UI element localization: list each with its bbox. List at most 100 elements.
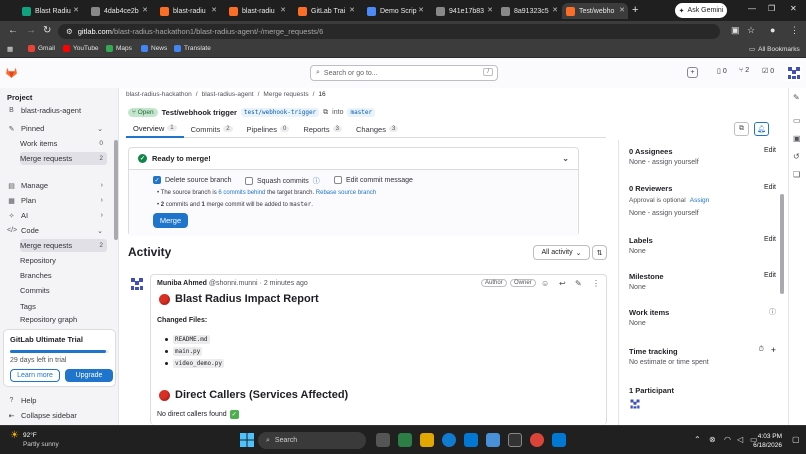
notification-bell-icon[interactable]: 🔔︎ [754,122,769,136]
open-in-new-icon[interactable]: ⧉ [734,122,749,136]
new-tab-button[interactable]: + [632,4,638,16]
screen-share-icon[interactable]: ▣ [793,134,801,143]
assignees-edit-button[interactable]: Edit [764,147,776,154]
rebase-link[interactable]: Rebase source branch [316,190,376,196]
target-branch[interactable]: master [347,108,376,117]
tray-app-icon[interactable]: ⊗ [709,435,716,444]
task-view-icon[interactable] [376,433,390,447]
apps-grid-icon[interactable]: ▦ [7,45,13,53]
comment-time[interactable]: 2 minutes ago [264,280,308,287]
chat-icon[interactable]: ▭ [793,116,801,125]
participant-avatar[interactable] [629,398,641,410]
forward-icon[interactable]: → [26,25,36,36]
bookmark-star-icon[interactable]: ☆ [747,25,755,36]
reply-icon[interactable]: ↩ [559,279,566,288]
taskbar-search[interactable]: ⌕ Search [258,432,366,449]
info-icon[interactable]: ⓘ [769,307,776,317]
close-icon[interactable]: ✕ [418,6,424,14]
sort-order-button[interactable]: ⇅ [592,245,607,260]
browser-tab[interactable]: blast-radiu ✕ [225,3,289,19]
edit-commit-message-checkbox[interactable]: Edit commit message [334,176,413,184]
terminal-icon[interactable] [508,433,522,447]
help-circle-icon[interactable]: ⓘ [313,176,320,186]
ask-gemini-button[interactable]: ✦ Ask Gemini [675,3,727,18]
browser-tab[interactable]: 941e17b83 ✕ [432,3,496,19]
activity-filter-dropdown[interactable]: All activity ⌄ [533,245,590,260]
maximize-icon[interactable]: ❐ [768,4,775,13]
tab-commits[interactable]: Commits 2 [184,120,240,138]
vscode-icon[interactable] [552,433,566,447]
bookmark-panel-icon[interactable]: ❏ [793,170,800,179]
comment-author-avatar[interactable] [129,276,145,292]
back-icon[interactable]: ← [8,25,18,36]
install-app-icon[interactable]: ▣ [731,25,740,36]
all-bookmarks[interactable]: ▭ All Bookmarks [749,45,800,54]
site-info-icon[interactable]: ⚙ [66,27,73,36]
reviewer-assign-yourself-link[interactable]: None - assign yourself [629,210,699,217]
close-icon[interactable]: ✕ [619,6,625,14]
labels-edit-button[interactable]: Edit [764,236,776,243]
sidebar-item-repository[interactable]: Repository [20,254,107,267]
page-scrollbar[interactable] [779,104,785,424]
copy-icon[interactable]: ⧉ [323,109,328,117]
tab-reports[interactable]: Reports 3 [296,120,349,138]
close-icon[interactable]: ✕ [280,6,286,14]
edit-icon[interactable]: ✎ [575,279,582,288]
merge-button[interactable]: Merge [153,213,188,228]
sidebar-group-code[interactable]: </> Code ⌄ [7,224,107,237]
emoji-reaction-icon[interactable]: ☺ [541,279,549,288]
learn-more-button[interactable]: Learn more [10,369,60,382]
wifi-icon[interactable]: ◠ [724,435,731,444]
sidebar-item-repository-graph[interactable]: Repository graph [20,315,107,324]
milestone-edit-button[interactable]: Edit [764,272,776,279]
reviewers-edit-button[interactable]: Edit [764,184,776,191]
tab-overview[interactable]: Overview 1 [126,120,184,138]
browser-tab[interactable]: 8a91323c5 ✕ [497,3,561,19]
sidebar-scrollbar[interactable] [114,140,119,320]
sidebar-pinned-toggle[interactable]: ✎ Pinned ⌄ [7,122,107,135]
history-icon[interactable]: ↺ [793,152,800,161]
sidebar-item-merge-requests-pinned[interactable]: Merge requests 2 [20,152,107,165]
gitlab-logo-icon[interactable] [5,66,18,79]
chrome-icon[interactable] [530,433,544,447]
reload-icon[interactable]: ↻ [43,25,51,36]
tab-changes[interactable]: Changes 3 [349,120,405,138]
sidebar-group-plan[interactable]: ▦ Plan › [7,194,107,207]
user-avatar-icon[interactable] [786,65,802,81]
sidebar-help[interactable]: ? Help [7,394,107,407]
volume-icon[interactable]: ◁ [737,435,743,444]
create-new-button[interactable]: + [687,67,698,78]
minimize-icon[interactable]: — [748,4,756,13]
bookmark-translate[interactable]: Translate [174,45,211,52]
add-time-icon[interactable]: + [771,345,776,355]
merge-requests-count-button[interactable]: ⑂ 2 [739,67,749,74]
stopwatch-icon[interactable]: ⏱︎ [759,346,764,354]
sidebar-item-merge-requests[interactable]: Merge requests 2 [20,239,107,252]
browser-tab-active[interactable]: Test/webho ✕ [562,3,628,19]
close-icon[interactable]: ✕ [552,6,558,14]
notifications-icon[interactable]: ▢ [792,435,800,444]
browser-tab[interactable]: Demo Scrip ✕ [363,3,427,19]
bookmark-youtube[interactable]: YouTube [63,45,99,52]
global-search-input[interactable]: ⌕ Search or go to... / [310,65,498,81]
edit-note-icon[interactable]: ✎ [793,93,800,102]
sidebar-collapse[interactable]: ⇤ Collapse sidebar [7,409,107,422]
window-close-icon[interactable]: ✕ [790,4,797,13]
tray-chevron-icon[interactable]: ⌃ [694,435,701,444]
sidebar-item-tags[interactable]: Tags [20,300,107,313]
sidebar-group-manage[interactable]: ▤ Manage › [7,179,107,192]
bookmark-maps[interactable]: Maps [106,45,132,52]
app-icon[interactable] [398,433,412,447]
delete-source-branch-checkbox[interactable]: ✓ Delete source branch [153,176,232,184]
todos-count-button[interactable]: ☑ 0 [762,67,774,76]
bookmark-gmail[interactable]: Gmail [28,45,55,52]
commits-behind-link[interactable]: 6 commits behind [218,190,265,196]
browser-tab[interactable]: 4dab4ce2b ✕ [87,3,151,19]
profile-avatar-icon[interactable]: ● [770,25,775,35]
more-actions-icon[interactable]: ⋮ [592,279,600,288]
system-clock[interactable]: 4:03 PM 6/18/2026 [753,432,782,450]
close-icon[interactable]: ✕ [211,6,217,14]
close-icon[interactable]: ✕ [349,6,355,14]
breadcrumb-merge-requests[interactable]: Merge requests [263,91,308,98]
comment-author[interactable]: Muniba Ahmed [157,280,207,287]
